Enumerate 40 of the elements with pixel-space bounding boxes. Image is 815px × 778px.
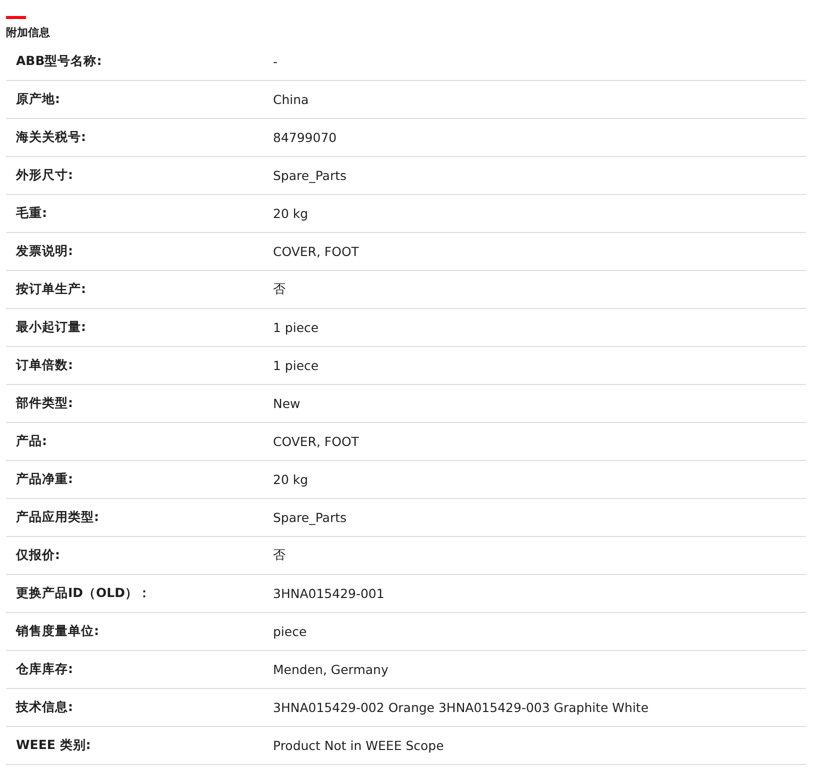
attribute-value: 1 piece	[273, 358, 320, 373]
attribute-value: 1 piece	[273, 320, 320, 335]
attribute-value: Spare_Parts	[273, 168, 348, 183]
attribute-label: 产品应用类型:	[15, 509, 100, 526]
attribute-label: 发票说明:	[14, 243, 74, 260]
attribute-value: 20 kg	[273, 472, 310, 487]
attribute-label: 仓库库存:	[15, 661, 74, 678]
attribute-value: 84799070	[273, 130, 338, 145]
attribute-label: 更换产品ID（OLD）：	[15, 585, 152, 602]
attribute-label: 部件类型:	[14, 395, 74, 412]
attribute-value: 3HNA015429-002 Orange 3HNA015429-003 Graphite White	[273, 700, 650, 715]
attribute-label: 外形尺寸:	[14, 167, 74, 184]
accent-bar	[6, 16, 26, 19]
attribute-label: 原产地:	[15, 91, 61, 108]
section-title: 附加信息	[6, 26, 51, 40]
attribute-value: 3HNA015429-001	[273, 586, 386, 601]
attribute-value: Menden, Germany	[273, 662, 390, 677]
attribute-label: 产品净重:	[15, 471, 74, 488]
attribute-value: China	[273, 92, 310, 107]
attribute-label: 订单倍数:	[14, 357, 74, 374]
attribute-label: 最小起订量:	[15, 319, 87, 336]
attribute-value: -	[273, 54, 279, 69]
attribute-label: 海关关税号:	[15, 129, 87, 146]
attribute-value: COVER, FOOT	[273, 244, 360, 259]
attribute-label: ABB型号名称:	[15, 53, 103, 70]
attribute-label: 技术信息:	[14, 699, 74, 716]
attribute-value: 否	[273, 547, 287, 564]
attribute-value: COVER, FOOT	[273, 434, 360, 449]
attribute-label: 产品:	[15, 433, 48, 450]
attribute-label: 仅报价:	[14, 547, 61, 564]
attribute-value: Spare_Parts	[273, 510, 348, 525]
attribute-value: 否	[273, 281, 287, 298]
attribute-label: WEEE 类别:	[15, 737, 92, 754]
attribute-value: Product Not in WEEE Scope	[273, 738, 445, 753]
attribute-label: 毛重:	[15, 205, 48, 222]
attribute-value: New	[273, 396, 302, 411]
attribute-label: 按订单生产:	[14, 281, 87, 298]
attribute-value: 20 kg	[273, 206, 310, 221]
attribute-label: 销售度量单位:	[14, 623, 100, 640]
attribute-value: piece	[273, 624, 308, 639]
